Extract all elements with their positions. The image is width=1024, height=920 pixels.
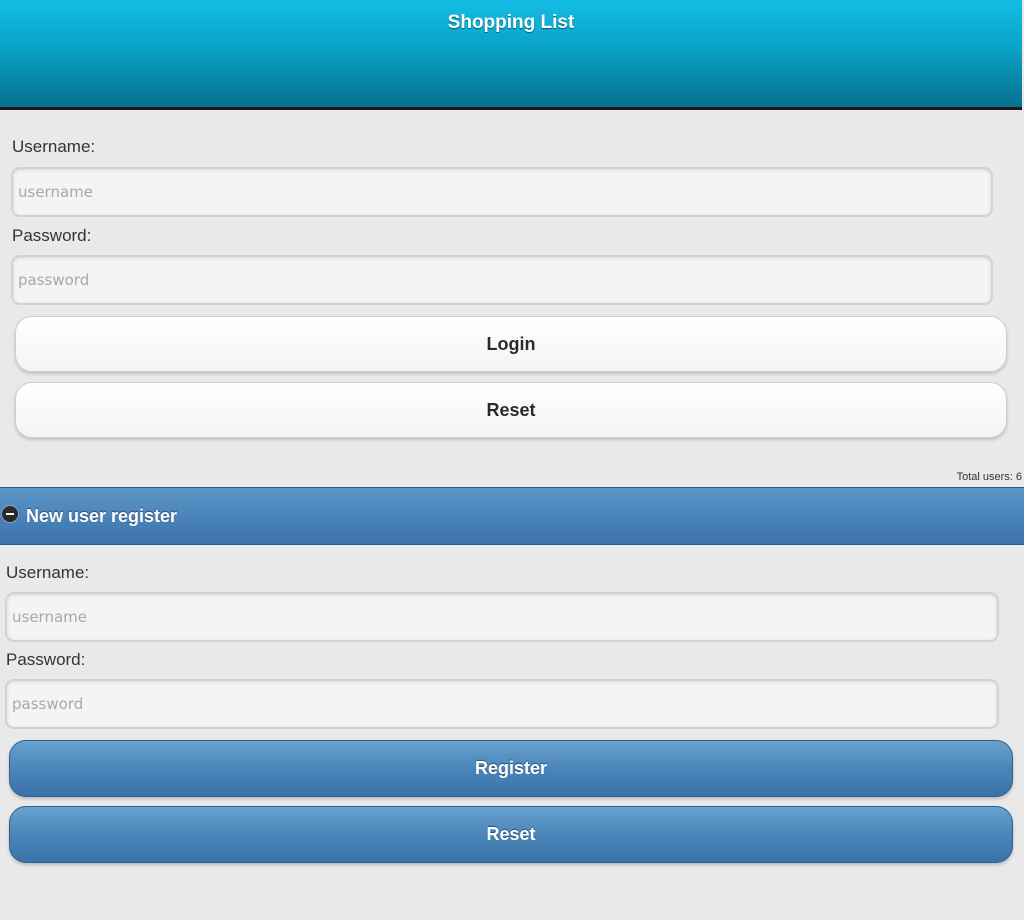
- register-password-label: Password:: [6, 650, 86, 669]
- total-users-count: Total users: 6: [956, 471, 1022, 483]
- login-button[interactable]: Login: [15, 316, 1007, 372]
- login-password-label: Password:: [12, 226, 92, 245]
- register-section-title: New user register: [26, 506, 178, 526]
- app-header: Shopping List: [0, 0, 1022, 110]
- login-username-label: Username:: [12, 137, 96, 156]
- register-section-toggle[interactable]: New user register: [0, 487, 1024, 545]
- register-username-input[interactable]: [5, 592, 999, 642]
- register-reset-button[interactable]: Reset: [9, 806, 1013, 863]
- minus-circle-icon: [2, 506, 18, 522]
- login-reset-button[interactable]: Reset: [15, 382, 1007, 438]
- login-password-input[interactable]: [11, 255, 993, 305]
- register-username-label: Username:: [6, 563, 90, 582]
- page-title: Shopping List: [447, 12, 575, 33]
- register-button[interactable]: Register: [9, 740, 1013, 797]
- register-password-input[interactable]: [5, 679, 999, 729]
- login-username-input[interactable]: [11, 167, 993, 217]
